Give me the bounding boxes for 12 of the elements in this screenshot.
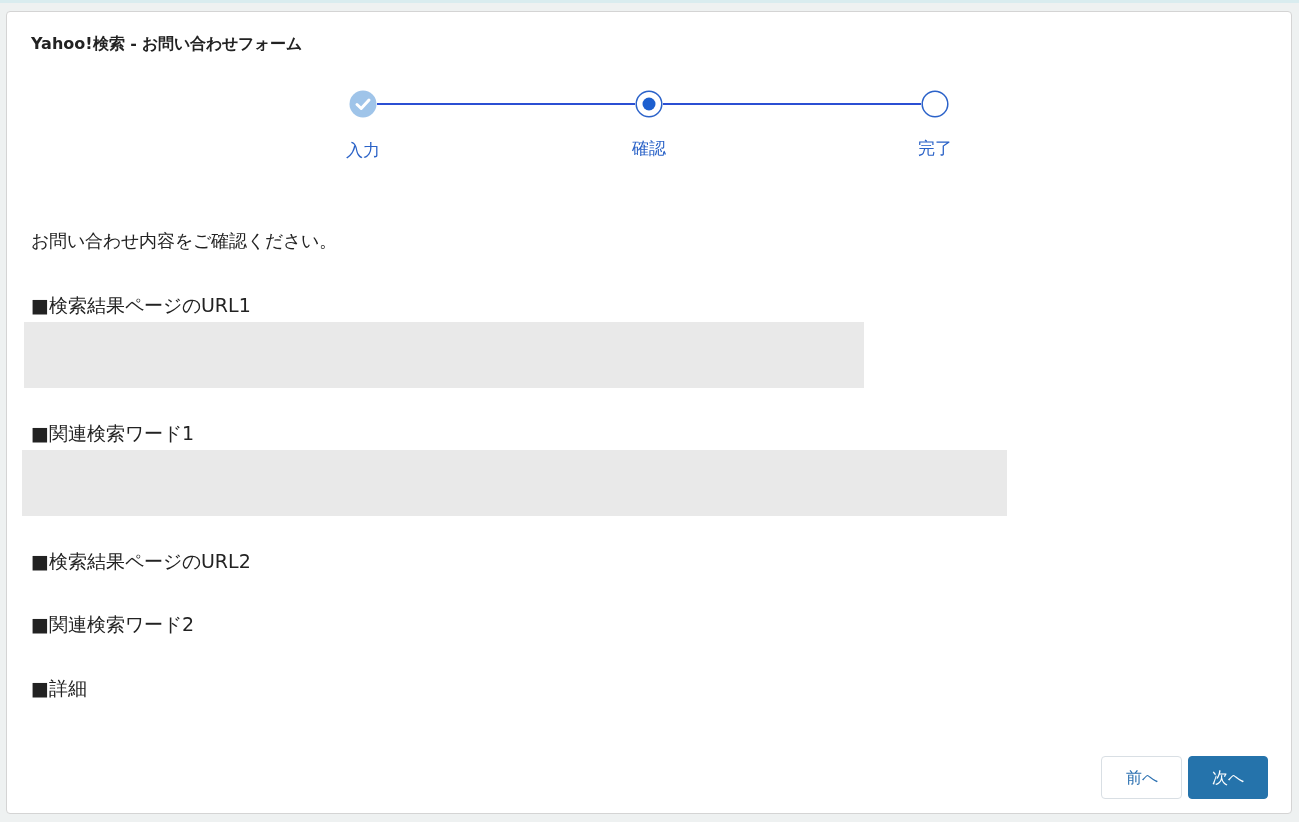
next-button[interactable]: 次へ xyxy=(1188,756,1268,799)
field-label: ■詳細 xyxy=(31,676,87,701)
confirmation-message: お問い合わせ内容をご確認ください。 xyxy=(31,228,338,253)
field-label: ■関連検索ワード2 xyxy=(31,612,195,638)
field-label: ■関連検索ワード1 xyxy=(31,420,195,446)
step-label: 確認 xyxy=(632,136,666,160)
field-label: ■検索結果ページのURL2 xyxy=(31,548,251,574)
form-title: Yahoo!検索 - お問い合わせフォーム xyxy=(31,34,304,55)
field-label: ■検索結果ページのURL1 xyxy=(31,293,251,318)
step-label: 完了 xyxy=(918,136,952,160)
back-button[interactable]: 前へ xyxy=(1101,756,1182,799)
step-label: 入力 xyxy=(346,138,380,161)
